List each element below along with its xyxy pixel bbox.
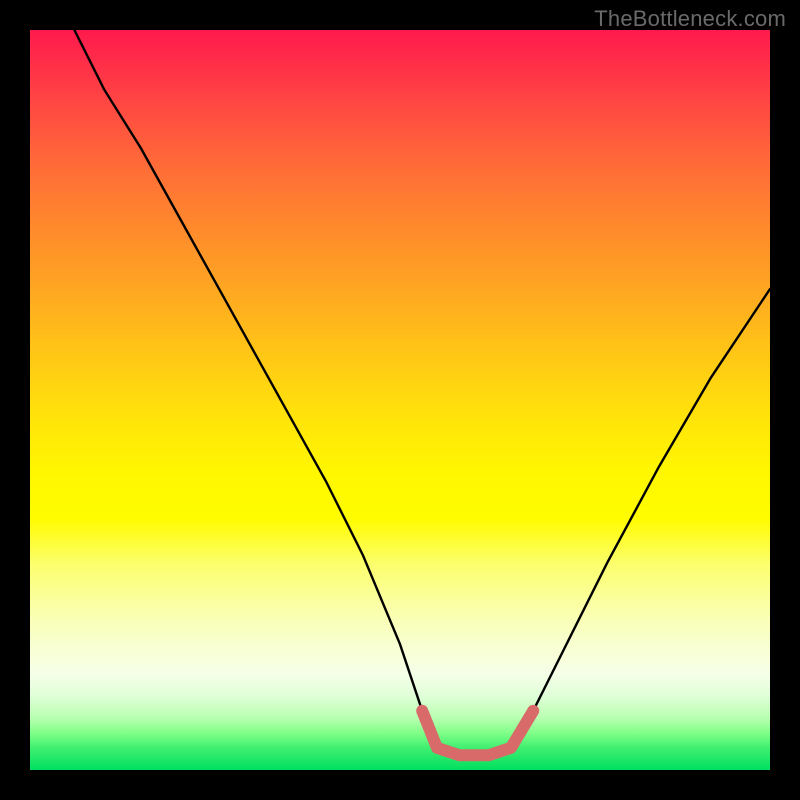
curve-layer <box>30 30 770 770</box>
gradient-plot-area <box>30 30 770 770</box>
optimal-region-highlight <box>422 711 533 755</box>
watermark-text: TheBottleneck.com <box>594 6 786 32</box>
bottleneck-curve <box>74 30 770 755</box>
